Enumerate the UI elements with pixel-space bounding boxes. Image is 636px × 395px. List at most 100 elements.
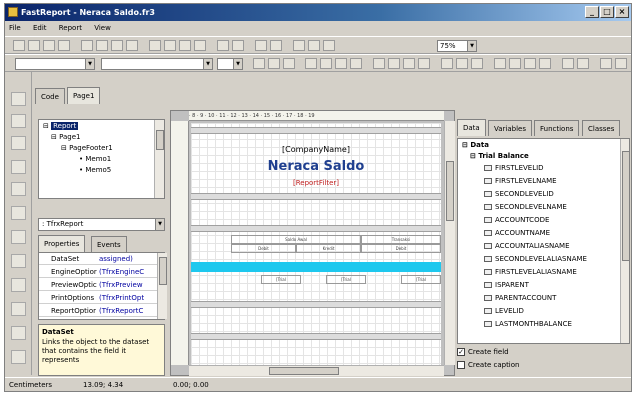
band-column-header[interactable] [191, 225, 441, 232]
frame-left-icon[interactable] [524, 58, 536, 69]
align-center-icon[interactable] [388, 58, 400, 69]
format-painter-icon[interactable] [194, 40, 206, 51]
field-item[interactable]: FIRSTLEVELID [484, 164, 544, 172]
create-caption-checkbox[interactable]: Create caption [457, 361, 519, 369]
tab-classes[interactable]: Classes [582, 120, 621, 136]
tab-code[interactable]: Code [35, 88, 65, 104]
group-icon[interactable] [255, 40, 267, 51]
field-item[interactable]: ACCOUNTCODE [484, 216, 549, 224]
tab-page1[interactable]: Page1 [67, 87, 101, 104]
field-item[interactable]: FIRSTLEVELNAME [484, 177, 557, 185]
field-item[interactable]: ACCOUNTNAME [484, 229, 550, 237]
page-settings-icon[interactable] [126, 40, 138, 51]
align-left-icon[interactable] [373, 58, 385, 69]
grid-icon[interactable] [293, 40, 305, 51]
inspector-row[interactable]: DataSet assigned) [39, 253, 157, 265]
band-tool-icon[interactable] [11, 206, 26, 220]
menu-view[interactable]: View [94, 24, 111, 32]
valign-top-icon[interactable] [441, 58, 453, 69]
preview-icon[interactable] [58, 40, 70, 51]
close-button[interactable]: × [615, 6, 629, 18]
band-header[interactable] [191, 127, 441, 134]
fill-color-icon[interactable] [600, 58, 612, 69]
paste-icon[interactable] [179, 40, 191, 51]
text-tools-icon[interactable] [350, 58, 362, 69]
ungroup-icon[interactable] [270, 40, 282, 51]
style-combo[interactable]: ▼ [15, 58, 95, 70]
report-title[interactable]: Neraca Saldo [191, 159, 441, 174]
menu-report[interactable]: Report [59, 24, 82, 32]
band-page-footer[interactable] [191, 333, 441, 340]
field-item[interactable]: ISPARENT [484, 281, 529, 289]
hand-tool-icon[interactable] [11, 114, 26, 128]
font-name-combo[interactable]: ▼ [101, 58, 213, 70]
valign-bottom-icon[interactable] [471, 58, 483, 69]
tab-variables[interactable]: Variables [488, 120, 532, 136]
company-name-field[interactable]: [CompanyName] [191, 145, 441, 154]
valign-center-icon[interactable] [456, 58, 468, 69]
copy-icon[interactable] [164, 40, 176, 51]
new-icon[interactable] [13, 40, 25, 51]
inspector-row[interactable]: PrintOptions (TfrxPrintOpt [39, 292, 157, 304]
highlight-icon[interactable] [320, 58, 332, 69]
designer-vscroll[interactable] [444, 121, 455, 365]
field-item[interactable]: LASTMONTHBALANCE [484, 320, 572, 328]
tree-scrollbar[interactable] [154, 120, 164, 198]
new-dialog-icon[interactable] [96, 40, 108, 51]
designer-hscroll[interactable] [189, 365, 444, 376]
debit-header[interactable]: Debit [231, 244, 296, 253]
minimize-button[interactable]: _ [585, 6, 599, 18]
rotation-icon[interactable] [335, 58, 347, 69]
tree-item-page1[interactable]: ⊟ Page1 [51, 133, 81, 141]
chart-object-icon[interactable] [11, 350, 26, 364]
data-root[interactable]: ⊟ Data [462, 141, 489, 149]
picture-object-icon[interactable] [11, 254, 26, 268]
open-icon[interactable] [28, 40, 40, 51]
subreport-object-icon[interactable] [11, 278, 26, 292]
tree-item-memo5[interactable]: • Memo5 [79, 166, 111, 174]
scroll-thumb[interactable] [446, 161, 454, 221]
underline-icon[interactable] [283, 58, 295, 69]
shape-object-icon[interactable] [11, 326, 26, 340]
undo-icon[interactable] [217, 40, 229, 51]
frame-color-icon[interactable] [615, 58, 627, 69]
tab-events[interactable]: Events [91, 236, 127, 252]
field-item[interactable]: SECONDLEVELID [484, 190, 554, 198]
maximize-button[interactable]: □ [600, 6, 614, 18]
align-grid-icon[interactable] [308, 40, 320, 51]
format-copy-tool-icon[interactable] [11, 182, 26, 196]
trial-field-1[interactable]: [Trial [261, 275, 301, 284]
dataset-trial-balance[interactable]: ⊟ Trial Balance [470, 152, 529, 160]
frame-bottom-icon[interactable] [509, 58, 521, 69]
bold-icon[interactable] [253, 58, 265, 69]
tree-item-memo1[interactable]: • Memo1 [79, 155, 111, 163]
redo-icon[interactable] [232, 40, 244, 51]
frame-all-icon[interactable] [562, 58, 574, 69]
frame-top-icon[interactable] [494, 58, 506, 69]
cut-icon[interactable] [149, 40, 161, 51]
line-object-icon[interactable] [11, 302, 26, 316]
align-right-icon[interactable] [403, 58, 415, 69]
align-justify-icon[interactable] [418, 58, 430, 69]
scroll-thumb[interactable] [156, 130, 164, 150]
create-field-checkbox[interactable]: ✓ Create field [457, 348, 509, 356]
tab-data[interactable]: Data [457, 119, 486, 136]
zoom-combo[interactable]: 75% ▼ [437, 40, 477, 52]
inspector-row[interactable]: PreviewOptic (TfrxPreview [39, 279, 157, 291]
tree-item-pagefooter1[interactable]: ⊟ PageFooter1 [61, 144, 113, 152]
save-icon[interactable] [43, 40, 55, 51]
fit-grid-icon[interactable] [323, 40, 335, 51]
scroll-thumb[interactable] [622, 151, 629, 261]
inspector-row[interactable]: ReportOptior (TfrxReportC [39, 305, 157, 317]
tree-item-report[interactable]: ⊟ Report [43, 122, 79, 130]
font-size-combo[interactable]: ▼ [217, 58, 243, 70]
field-item[interactable]: SECONDLEVELNAME [484, 203, 567, 211]
field-item[interactable]: ACCOUNTALIASNAME [484, 242, 570, 250]
menu-edit[interactable]: Edit [33, 24, 47, 32]
text-object-icon[interactable] [11, 230, 26, 244]
kredit-header[interactable]: Kredit [296, 244, 361, 253]
trial-field-2[interactable]: [Trial [326, 275, 366, 284]
report-filter-field[interactable]: [ReportFilter] [191, 179, 441, 187]
tab-properties[interactable]: Properties [38, 235, 86, 252]
zoom-tool-icon[interactable] [11, 136, 26, 150]
